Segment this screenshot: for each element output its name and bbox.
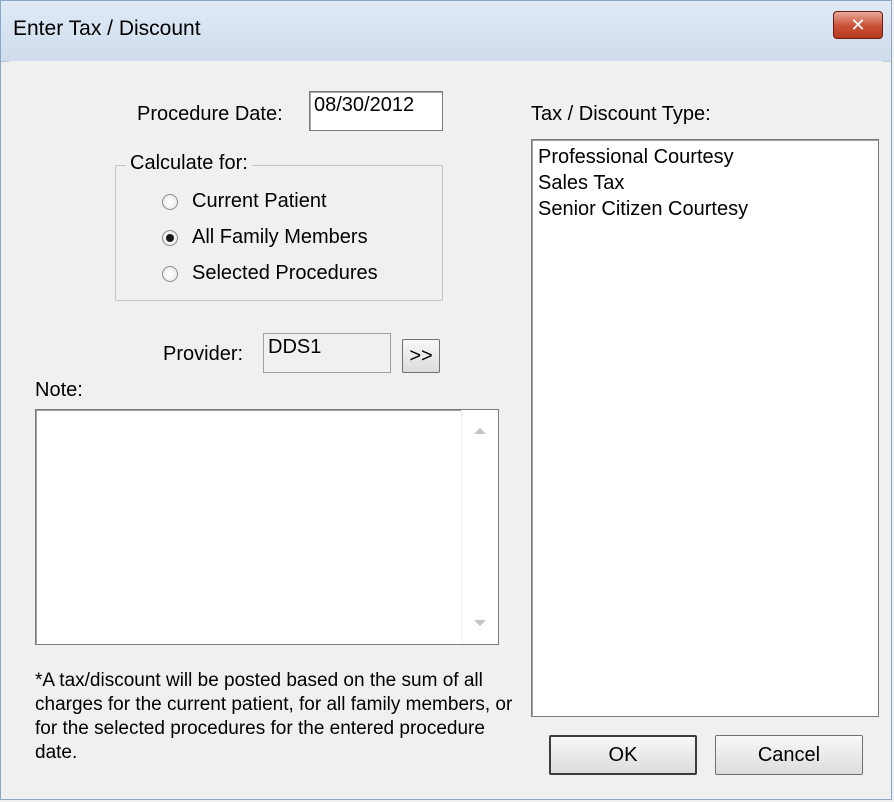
dialog-window: Enter Tax / Discount ✕ Procedure Date: 0…: [0, 0, 892, 800]
chevron-double-right-icon: >>: [409, 344, 433, 367]
scroll-up-icon[interactable]: [474, 428, 486, 434]
provider-browse-button[interactable]: >>: [402, 339, 440, 373]
ok-button[interactable]: OK: [549, 735, 697, 775]
procedure-date-label: Procedure Date:: [137, 103, 283, 125]
radio-all-family-members[interactable]: All Family Members: [162, 226, 368, 249]
tax-discount-type-label: Tax / Discount Type:: [531, 103, 711, 125]
radio-current-patient[interactable]: Current Patient: [162, 190, 327, 213]
scroll-down-icon[interactable]: [474, 620, 486, 626]
provider-field: DDS1: [263, 333, 391, 373]
procedure-date-input[interactable]: 08/30/2012: [309, 91, 443, 131]
note-label: Note:: [35, 379, 83, 401]
close-icon: ✕: [850, 14, 866, 35]
radio-all-family-members-icon: [162, 229, 178, 246]
provider-value: DDS1: [268, 336, 322, 358]
list-item[interactable]: Professional Courtesy: [538, 144, 872, 170]
calculate-for-group: Calculate for: Current Patient All Famil…: [115, 152, 443, 301]
title-bar[interactable]: Enter Tax / Discount ✕: [1, 1, 891, 62]
note-scrollbar[interactable]: [461, 410, 498, 644]
provider-label: Provider:: [163, 343, 244, 365]
cancel-button[interactable]: Cancel: [715, 735, 863, 775]
list-item[interactable]: Sales Tax: [538, 170, 872, 196]
radio-all-family-members-label: All Family Members: [192, 226, 368, 248]
tax-discount-type-list[interactable]: Professional Courtesy Sales Tax Senior C…: [531, 139, 879, 717]
window-title: Enter Tax / Discount: [13, 17, 201, 40]
ok-button-label: OK: [608, 743, 638, 766]
footnote-text: *A tax/discount will be posted based on …: [35, 670, 513, 763]
radio-current-patient-icon: [162, 193, 178, 210]
cancel-button-label: Cancel: [757, 743, 821, 766]
note-textarea[interactable]: [35, 409, 499, 645]
procedure-date-value: 08/30/2012: [314, 94, 415, 116]
dialog-body: Procedure Date: 08/30/2012 Calculate for…: [9, 61, 883, 793]
calculate-for-legend: Calculate for:: [126, 152, 252, 175]
radio-selected-procedures-label: Selected Procedures: [192, 262, 378, 284]
list-item[interactable]: Senior Citizen Courtesy: [538, 196, 872, 222]
radio-selected-procedures[interactable]: Selected Procedures: [162, 262, 378, 285]
close-button[interactable]: ✕: [833, 11, 883, 39]
radio-current-patient-label: Current Patient: [192, 190, 327, 212]
radio-selected-procedures-icon: [162, 265, 178, 282]
